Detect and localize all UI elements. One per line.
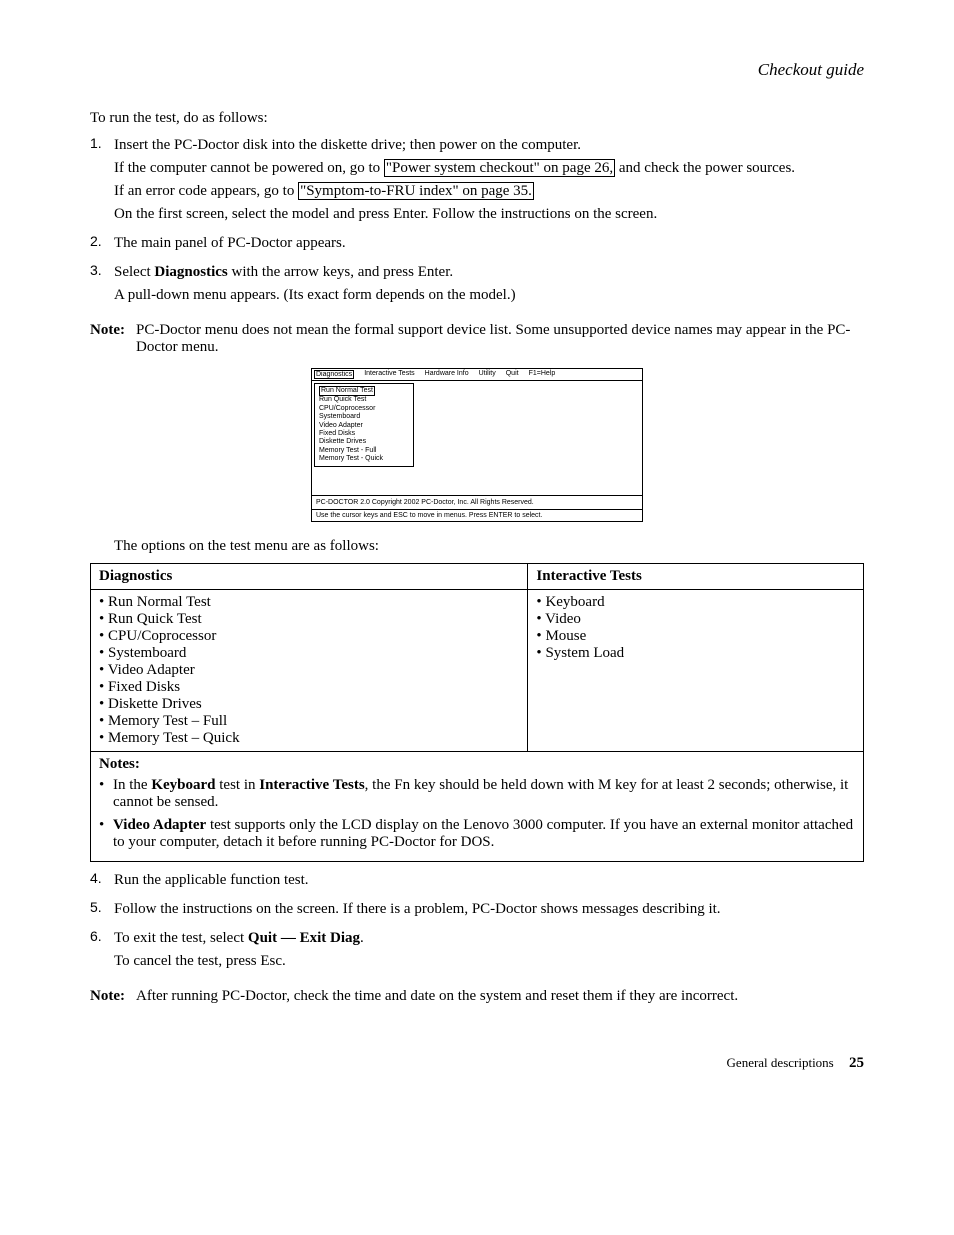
step-number: 5. xyxy=(90,899,114,924)
dos-menu-item: F1=Help xyxy=(529,370,556,379)
list-item: Diskette Drives xyxy=(99,696,519,713)
step-line: Insert the PC-Doctor disk into the diske… xyxy=(114,137,864,154)
step-number: 4. xyxy=(90,870,114,895)
note-item: •In the Keyboard test in Interactive Tes… xyxy=(99,777,855,811)
options-intro: The options on the test menu are as foll… xyxy=(114,538,864,555)
step-line: Follow the instructions on the screen. I… xyxy=(114,901,864,918)
note-label: Note: xyxy=(90,988,136,1005)
step-body: Run the applicable function test. xyxy=(114,870,864,895)
list-item: Run Normal Test xyxy=(99,594,519,611)
note-body: After running PC-Doctor, check the time … xyxy=(136,988,864,1005)
dos-dropdown-item: Run Normal Test xyxy=(319,386,375,396)
list-item: Fixed Disks xyxy=(99,679,519,696)
dos-dropdown-item: Memory Test - Full xyxy=(319,447,409,455)
section-header: Checkout guide xyxy=(90,60,864,80)
step-body: The main panel of PC-Doctor appears. xyxy=(114,233,864,258)
dos-dropdown-item: Memory Test - Quick xyxy=(319,455,409,463)
list-item: Keyboard xyxy=(536,594,855,611)
dos-dropdown-item: CPU/Coprocessor xyxy=(319,405,409,413)
options-table: Diagnostics Interactive Tests Run Normal… xyxy=(90,563,864,862)
dos-body: Run Normal TestRun Quick TestCPU/Coproce… xyxy=(312,381,642,495)
intro-text: To run the test, do as follows: xyxy=(90,110,864,127)
step-line: If the computer cannot be powered on, go… xyxy=(114,160,864,177)
step-line: Run the applicable function test. xyxy=(114,872,864,889)
dos-dropdown-item: Video Adapter xyxy=(319,422,409,430)
step-number: 6. xyxy=(90,928,114,976)
step-line: To exit the test, select Quit — Exit Dia… xyxy=(114,930,864,947)
note-pcdoctor-menu: Note: PC-Doctor menu does not mean the f… xyxy=(90,322,864,356)
step-body: Insert the PC-Doctor disk into the diske… xyxy=(114,135,864,229)
th-interactive: Interactive Tests xyxy=(528,564,864,590)
steps-list-2: 4.Run the applicable function test.5.Fol… xyxy=(90,870,864,976)
td-diagnostics: Run Normal TestRun Quick TestCPU/Coproce… xyxy=(91,590,528,752)
steps-list-1: 1.Insert the PC-Doctor disk into the dis… xyxy=(90,135,864,310)
dos-dropdown-item: Run Quick Test xyxy=(319,396,409,404)
dos-status-copyright: PC-DOCTOR 2.0 Copyright 2002 PC-Doctor, … xyxy=(312,495,642,509)
td-notes: Notes: •In the Keyboard test in Interact… xyxy=(91,752,864,862)
note-text: Video Adapter test supports only the LCD… xyxy=(113,817,855,851)
pcdoctor-screenshot: Diagnostics Interactive Tests Hardware Inf… xyxy=(311,368,643,522)
list-item: Video Adapter xyxy=(99,662,519,679)
cross-ref-link[interactable]: "Symptom-to-FRU index" on page 35. xyxy=(298,182,534,200)
step-number: 3. xyxy=(90,262,114,310)
dos-menu-item: Interactive Tests xyxy=(364,370,414,379)
notes-label: Notes: xyxy=(99,756,140,772)
bullet-icon: • xyxy=(99,817,113,851)
step-line: The main panel of PC-Doctor appears. xyxy=(114,235,864,252)
step-line: To cancel the test, press Esc. xyxy=(114,953,864,970)
list-item: CPU/Coprocessor xyxy=(99,628,519,645)
note-time-date: Note: After running PC-Doctor, check the… xyxy=(90,988,864,1005)
dos-status-hint: Use the cursor keys and ESC to move in m… xyxy=(312,509,642,521)
dos-dropdown-item: Fixed Disks xyxy=(319,430,409,438)
step-body: Select Diagnostics with the arrow keys, … xyxy=(114,262,864,310)
list-item: Video xyxy=(536,611,855,628)
step-line: On the first screen, select the model an… xyxy=(114,206,864,223)
step-number: 1. xyxy=(90,135,114,229)
list-item: Memory Test – Full xyxy=(99,713,519,730)
dos-menu-item: Utility xyxy=(479,370,496,379)
dos-menu-item: Diagnostics xyxy=(314,370,354,379)
step-body: To exit the test, select Quit — Exit Dia… xyxy=(114,928,864,976)
note-body: PC-Doctor menu does not mean the formal … xyxy=(136,322,864,356)
bold-term: Quit — Exit Diag xyxy=(248,930,360,946)
page-footer: General descriptions 25 xyxy=(90,1055,864,1072)
dos-dropdown: Run Normal TestRun Quick TestCPU/Coproce… xyxy=(314,383,414,467)
dos-dropdown-item: Systemboard xyxy=(319,413,409,421)
list-item: Mouse xyxy=(536,628,855,645)
th-diagnostics: Diagnostics xyxy=(91,564,528,590)
step-body: Follow the instructions on the screen. I… xyxy=(114,899,864,924)
dos-menubar: Diagnostics Interactive Tests Hardware Inf… xyxy=(312,369,642,381)
list-item: Memory Test – Quick xyxy=(99,730,519,747)
note-label: Note: xyxy=(90,322,136,356)
cross-ref-link[interactable]: "Power system checkout" on page 26, xyxy=(384,159,615,177)
note-item: •Video Adapter test supports only the LC… xyxy=(99,817,855,851)
step-number: 2. xyxy=(90,233,114,258)
bullet-icon: • xyxy=(99,777,113,811)
note-text: In the Keyboard test in Interactive Test… xyxy=(113,777,855,811)
list-item: System Load xyxy=(536,645,855,662)
td-interactive: KeyboardVideoMouseSystem Load xyxy=(528,590,864,752)
dos-menu-item: Quit xyxy=(506,370,519,379)
step-line: A pull-down menu appears. (Its exact for… xyxy=(114,287,864,304)
step-line: If an error code appears, go to "Symptom… xyxy=(114,183,864,200)
page-number: 25 xyxy=(849,1055,864,1071)
list-item: Run Quick Test xyxy=(99,611,519,628)
bold-term: Diagnostics xyxy=(154,264,227,280)
footer-text: General descriptions xyxy=(727,1055,834,1070)
dos-dropdown-item: Diskette Drives xyxy=(319,438,409,446)
list-item: Systemboard xyxy=(99,645,519,662)
step-line: Select Diagnostics with the arrow keys, … xyxy=(114,264,864,281)
dos-menu-item: Hardware Info xyxy=(425,370,469,379)
